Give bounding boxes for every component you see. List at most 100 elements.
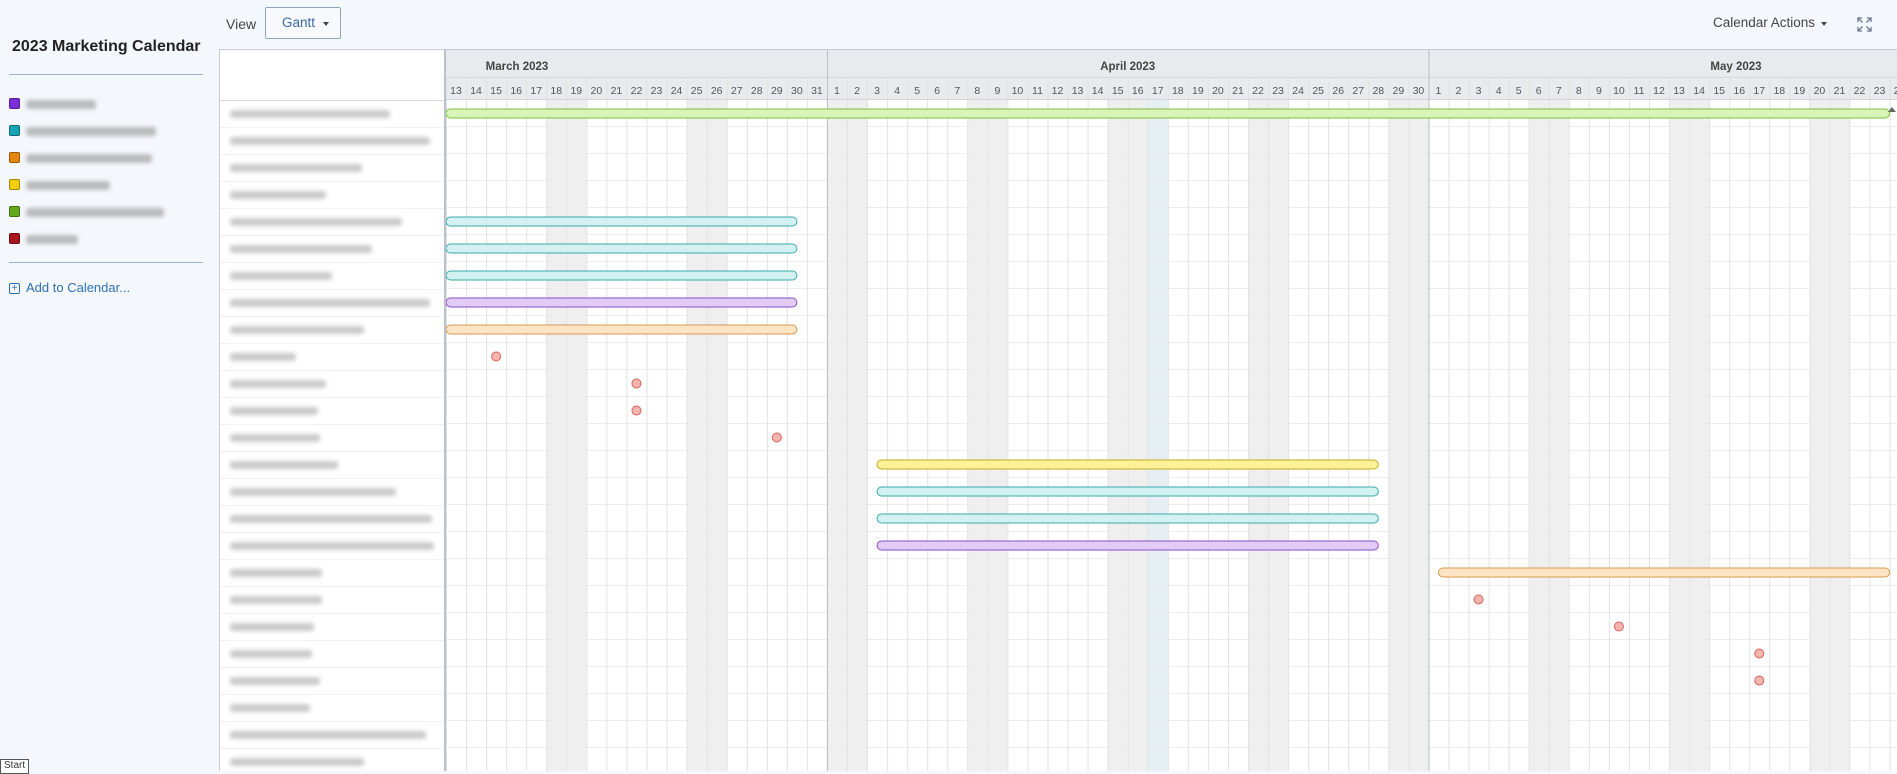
- day-number: 1: [1436, 85, 1442, 97]
- milestone-marker: [1473, 594, 1484, 605]
- redacted-task-name: [230, 461, 338, 469]
- weekend-column: [1388, 100, 1409, 771]
- task-row[interactable]: [220, 641, 444, 668]
- task-row[interactable]: [220, 695, 444, 722]
- task-row[interactable]: [220, 128, 444, 155]
- calendar-color-swatch[interactable]: [9, 98, 20, 109]
- task-list: [220, 50, 446, 771]
- day-number: 19: [1192, 85, 1204, 97]
- day-number: 15: [1713, 85, 1725, 97]
- day-number: 24: [671, 85, 683, 97]
- redacted-task-name: [230, 191, 326, 199]
- day-number: 31: [811, 85, 823, 97]
- calendar-color-swatch[interactable]: [9, 179, 20, 190]
- task-row[interactable]: [220, 155, 444, 182]
- fullscreen-icon[interactable]: [1857, 17, 1872, 32]
- day-number: 18: [550, 85, 562, 97]
- scroll-up-icon: [1888, 107, 1896, 112]
- day-number: 22: [1854, 85, 1866, 97]
- calendar-color-swatch[interactable]: [9, 206, 20, 217]
- day-number: 25: [1312, 85, 1324, 97]
- day-number: 5: [914, 85, 920, 97]
- day-number: 4: [894, 85, 900, 97]
- day-number: 10: [1613, 85, 1625, 97]
- calendar-color-swatch[interactable]: [9, 233, 20, 244]
- redacted-calendar-name: [26, 100, 96, 109]
- weekend-column: [847, 100, 868, 771]
- day-number: 20: [1814, 85, 1826, 97]
- weekend-column: [987, 100, 1008, 771]
- day-number: 15: [1112, 85, 1124, 97]
- task-row[interactable]: [220, 425, 444, 452]
- redacted-task-name: [230, 488, 396, 496]
- day-number: 29: [771, 85, 783, 97]
- day-number: 7: [1556, 85, 1562, 97]
- add-to-calendar-link[interactable]: + Add to Calendar...: [9, 280, 130, 295]
- calendar-color-swatch[interactable]: [9, 125, 20, 136]
- calendar-actions-menu[interactable]: Calendar Actions: [1713, 15, 1828, 30]
- task-row[interactable]: [220, 344, 444, 371]
- task-row[interactable]: [220, 560, 444, 587]
- day-number: 6: [934, 85, 940, 97]
- task-row[interactable]: [220, 182, 444, 209]
- weekend-column: [566, 100, 587, 771]
- day-number: 28: [1372, 85, 1384, 97]
- task-row[interactable]: [220, 290, 444, 317]
- task-row[interactable]: [220, 479, 444, 506]
- day-number: 26: [711, 85, 723, 97]
- redacted-task-name: [230, 515, 432, 523]
- redacted-task-name: [230, 164, 362, 172]
- weekend-column: [1107, 100, 1128, 771]
- day-number: 23: [651, 85, 663, 97]
- milestone-marker: [1754, 675, 1765, 686]
- day-number: 11: [1634, 85, 1645, 97]
- weekend-column: [1548, 100, 1569, 771]
- month-label: March 2023: [485, 61, 549, 73]
- day-number: 10: [1012, 85, 1024, 97]
- start-tooltip: Start: [0, 759, 30, 774]
- task-row[interactable]: [220, 452, 444, 479]
- day-number: 2: [1456, 85, 1462, 97]
- day-number: 21: [1232, 85, 1244, 97]
- day-number: 5: [1516, 85, 1522, 97]
- task-row[interactable]: [220, 101, 444, 128]
- day-number: 19: [570, 85, 582, 97]
- redacted-task-name: [230, 731, 426, 739]
- redacted-task-name: [230, 353, 296, 361]
- milestone-marker: [1754, 648, 1765, 659]
- task-row[interactable]: [220, 506, 444, 533]
- redacted-task-name: [230, 380, 326, 388]
- task-row[interactable]: [220, 263, 444, 290]
- weekend-column: [1248, 100, 1269, 771]
- day-number: 28: [751, 85, 763, 97]
- day-number: 18: [1773, 85, 1785, 97]
- task-row[interactable]: [220, 614, 444, 641]
- calendar-color-swatch[interactable]: [9, 152, 20, 163]
- day-number: 30: [791, 85, 803, 97]
- task-row[interactable]: [220, 587, 444, 614]
- task-row[interactable]: [220, 236, 444, 263]
- day-number: 9: [994, 85, 1000, 97]
- day-number: 21: [611, 85, 623, 97]
- task-row[interactable]: [220, 371, 444, 398]
- caret-down-icon: [323, 22, 329, 26]
- redacted-calendar-name: [26, 127, 156, 136]
- redacted-task-name: [230, 299, 430, 307]
- weekend-column: [546, 100, 567, 771]
- day-number: 25: [691, 85, 703, 97]
- task-row[interactable]: [220, 533, 444, 560]
- task-row[interactable]: [220, 722, 444, 749]
- task-row[interactable]: [220, 749, 444, 771]
- view-dropdown[interactable]: Gantt: [265, 7, 341, 39]
- weekend-column: [1408, 100, 1429, 771]
- task-row[interactable]: [220, 209, 444, 236]
- task-row[interactable]: [220, 668, 444, 695]
- milestone-marker: [491, 351, 502, 362]
- day-number: 29: [1393, 85, 1405, 97]
- task-row[interactable]: [220, 317, 444, 344]
- redacted-calendar-name: [26, 208, 164, 217]
- month-label: April 2023: [1100, 61, 1156, 73]
- task-row[interactable]: [220, 398, 444, 425]
- day-number: 15: [490, 85, 502, 97]
- day-number: 4: [1496, 85, 1502, 97]
